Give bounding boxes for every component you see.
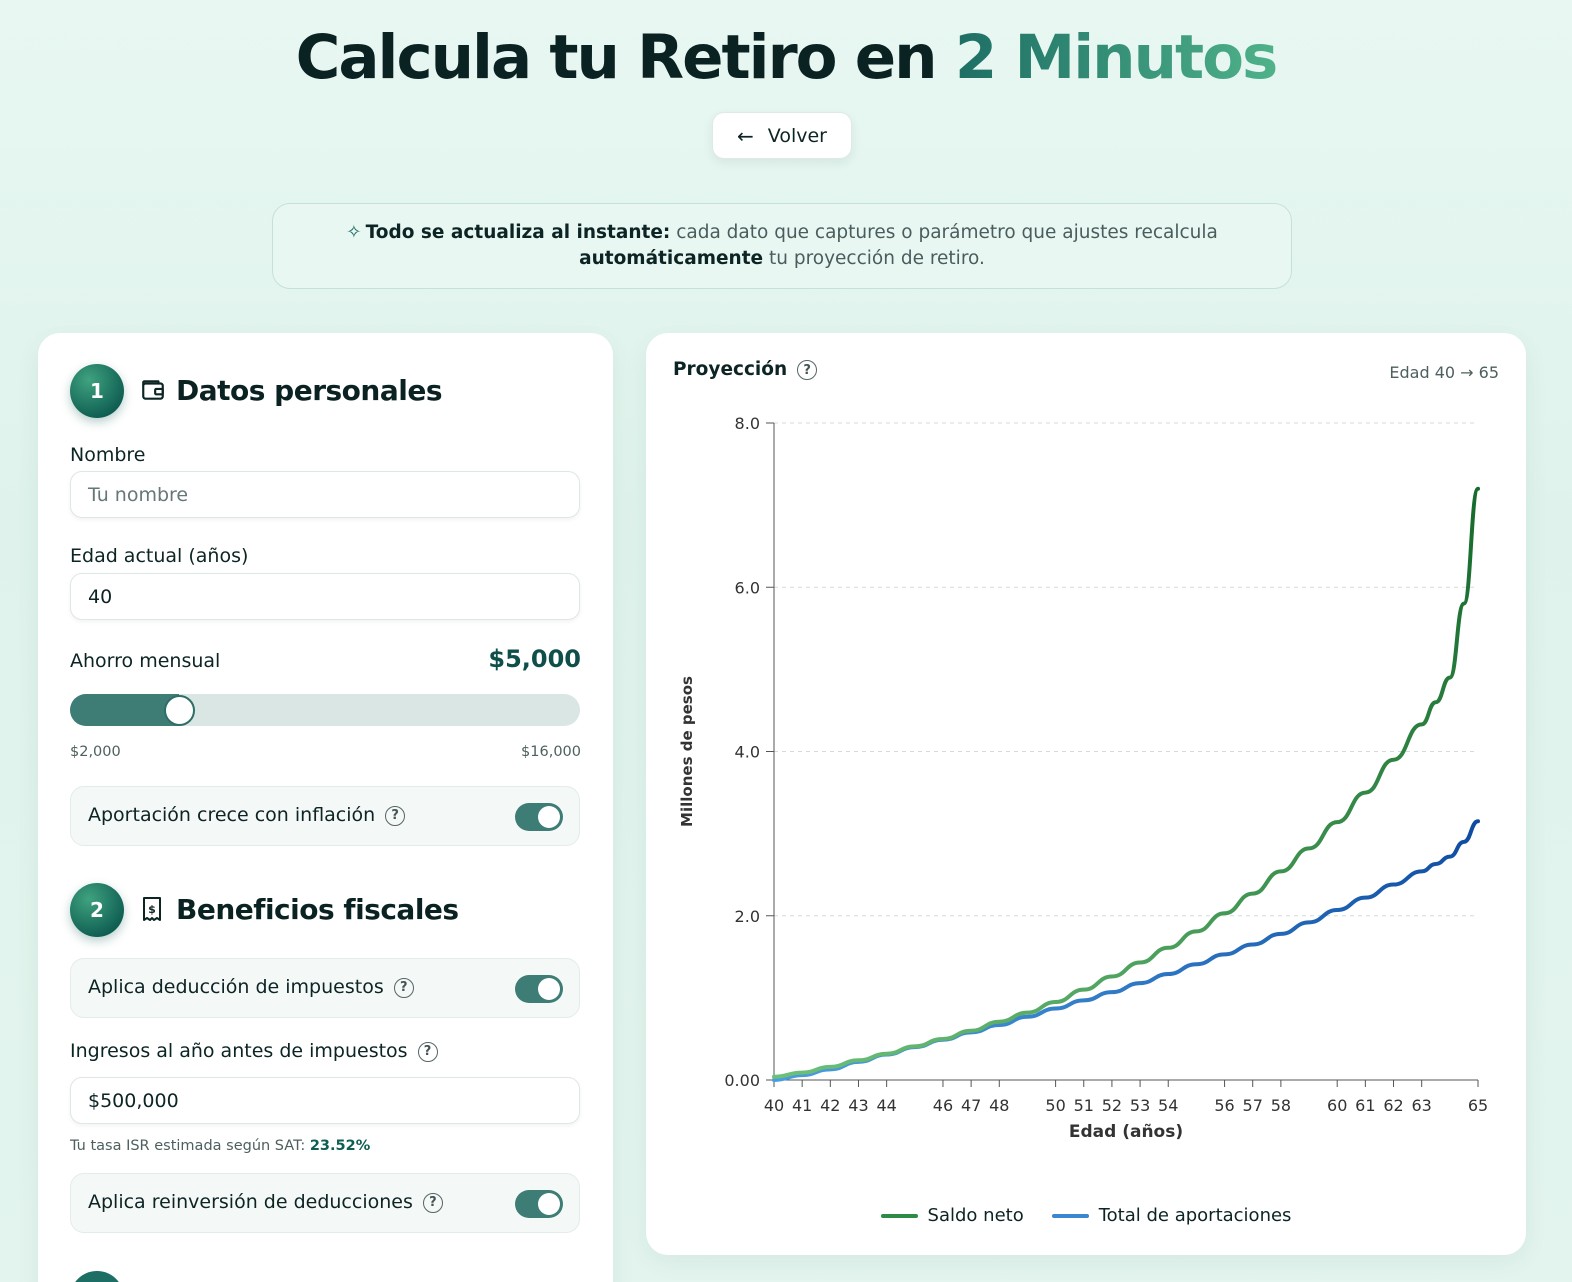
section-title-fiscal: Beneficios fiscales (176, 893, 459, 926)
x-tick-label: 40 (764, 1096, 784, 1115)
reinvest-toggle[interactable] (515, 1190, 563, 1218)
x-tick-label: 60 (1327, 1096, 1347, 1115)
y-axis-label: Millones de pesos (678, 676, 696, 827)
form-card: 1 Datos personales Nombre Tu nombre Edad… (38, 333, 613, 1282)
y-tick-label: 4.0 (735, 743, 760, 762)
isr-rate: 23.52% (309, 1138, 371, 1154)
page-title-main: Calcula tu Retiro en (295, 22, 955, 93)
projection-card: Proyección? Edad 40 → 65 0.00 2.0 4.0 6.0 8.… (646, 333, 1526, 1255)
x-tick-label: 65 (1468, 1096, 1488, 1115)
x-tick-label: 48 (989, 1096, 1009, 1115)
x-tick-label: 54 (1158, 1096, 1178, 1115)
legend-swatch (1051, 1213, 1089, 1218)
income-input[interactable]: $500,000 (70, 1077, 580, 1124)
y-tick-label: 0.00 (724, 1071, 760, 1090)
age-input[interactable]: 40 (70, 573, 580, 620)
legend-item[interactable]: Total de aportaciones (1051, 1205, 1292, 1226)
banner-text-2: tu proyección de retiro. (763, 248, 985, 269)
y-tick-label: 6.0 (735, 578, 760, 597)
name-label: Nombre (70, 444, 146, 466)
x-tick-label: 42 (820, 1096, 840, 1115)
x-tick-label: 58 (1271, 1096, 1291, 1115)
deduction-label: Aplica deducción de impuestos (88, 976, 384, 998)
reinvest-toggle-row: Aplica reinversión de deducciones? (70, 1173, 580, 1233)
sparkles-icon: ✧ (346, 222, 362, 243)
help-icon[interactable]: ? (385, 805, 406, 826)
deduction-label-wrap: Aplica deducción de impuestos? (88, 976, 414, 998)
inflation-toggle-row: Aportación crece con inflación? (70, 786, 580, 846)
x-tick-label: 63 (1412, 1096, 1432, 1115)
page-title: Calcula tu Retiro en 2 Minutos (0, 22, 1572, 93)
slider-max-label: $16,000 (521, 744, 581, 760)
saving-slider-track[interactable] (70, 694, 580, 726)
x-tick-label: 52 (1102, 1096, 1122, 1115)
isr-note: Tu tasa ISR estimada según SAT: 23.52% (70, 1138, 370, 1154)
reinvest-label-wrap: Aplica reinversión de deducciones? (88, 1191, 443, 1213)
x-tick-label: 43 (848, 1096, 868, 1115)
x-tick-label: 41 (792, 1096, 812, 1115)
wallet-icon (140, 377, 166, 409)
banner-bold-mid: automáticamente (579, 248, 764, 269)
age-label: Edad actual (años) (70, 545, 249, 567)
x-tick-label: 53 (1130, 1096, 1150, 1115)
legend-swatch (880, 1213, 918, 1218)
deduction-toggle-row: Aplica deducción de impuestos? (70, 958, 580, 1018)
x-tick-label: 62 (1383, 1096, 1403, 1115)
info-banner: ✧ Todo se actualiza al instante: cada dat… (272, 203, 1292, 289)
step-3-badge (70, 1271, 124, 1282)
x-tick-label: 47 (961, 1096, 981, 1115)
slider-min-label: $2,000 (70, 744, 121, 760)
help-icon[interactable]: ? (393, 977, 414, 998)
x-tick-label: 51 (1074, 1096, 1094, 1115)
inflation-label: Aportación crece con inflación (88, 804, 376, 826)
help-icon[interactable]: ? (422, 1192, 443, 1213)
isr-note-text: Tu tasa ISR estimada según SAT: (70, 1138, 310, 1154)
x-axis-label: Edad (años) (1069, 1122, 1183, 1142)
legend-item[interactable]: Saldo neto (880, 1205, 1024, 1226)
series-line-total-aportaciones (772, 819, 1480, 1082)
legend-label: Saldo neto (927, 1205, 1024, 1226)
reinvest-label: Aplica reinversión de deducciones (88, 1191, 413, 1213)
legend-label: Total de aportaciones (1098, 1205, 1292, 1226)
inflation-toggle[interactable] (515, 803, 563, 831)
saving-slider-fill (70, 694, 180, 726)
saving-label: Ahorro mensual (70, 650, 221, 672)
deduction-toggle[interactable] (515, 975, 563, 1003)
banner-text-1: cada dato que captures o parámetro que a… (670, 222, 1218, 243)
income-label-wrap: Ingresos al año antes de impuestos? (70, 1040, 438, 1062)
page-title-accent: 2 Minutos (954, 22, 1279, 93)
arrow-left-icon: ← (737, 123, 754, 148)
help-icon[interactable]: ? (417, 1041, 438, 1062)
step-2-badge: 2 (70, 883, 124, 937)
x-tick-label: 56 (1214, 1096, 1234, 1115)
saving-value: $5,000 (488, 645, 581, 673)
receipt-icon: $ (140, 896, 164, 928)
banner-bold-lead: Todo se actualiza al instante: (365, 222, 671, 243)
x-tick-label: 44 (876, 1096, 896, 1115)
x-tick-label: 57 (1243, 1096, 1263, 1115)
x-tick-label: 46 (933, 1096, 953, 1115)
step-1-badge: 1 (70, 364, 124, 418)
x-tick-label: 61 (1355, 1096, 1375, 1115)
chart-legend: Saldo neto Total de aportaciones (646, 1205, 1526, 1226)
projection-chart: 0.00 2.0 4.0 6.0 8.0 40 41 42 43 44 46 47 48 50 51 52 53… (678, 414, 1488, 1142)
y-tick-label: 8.0 (735, 414, 760, 433)
y-tick-label: 2.0 (735, 907, 760, 926)
x-tick-label: 50 (1045, 1096, 1065, 1115)
name-input[interactable]: Tu nombre (70, 471, 580, 518)
svg-text:$: $ (148, 903, 156, 916)
back-button[interactable]: ← Volver (712, 112, 852, 159)
section-title-personal: Datos personales (176, 374, 443, 407)
back-button-label: Volver (767, 124, 827, 147)
income-label: Ingresos al año antes de impuestos (70, 1040, 408, 1062)
inflation-label-wrap: Aportación crece con inflación? (88, 804, 406, 826)
